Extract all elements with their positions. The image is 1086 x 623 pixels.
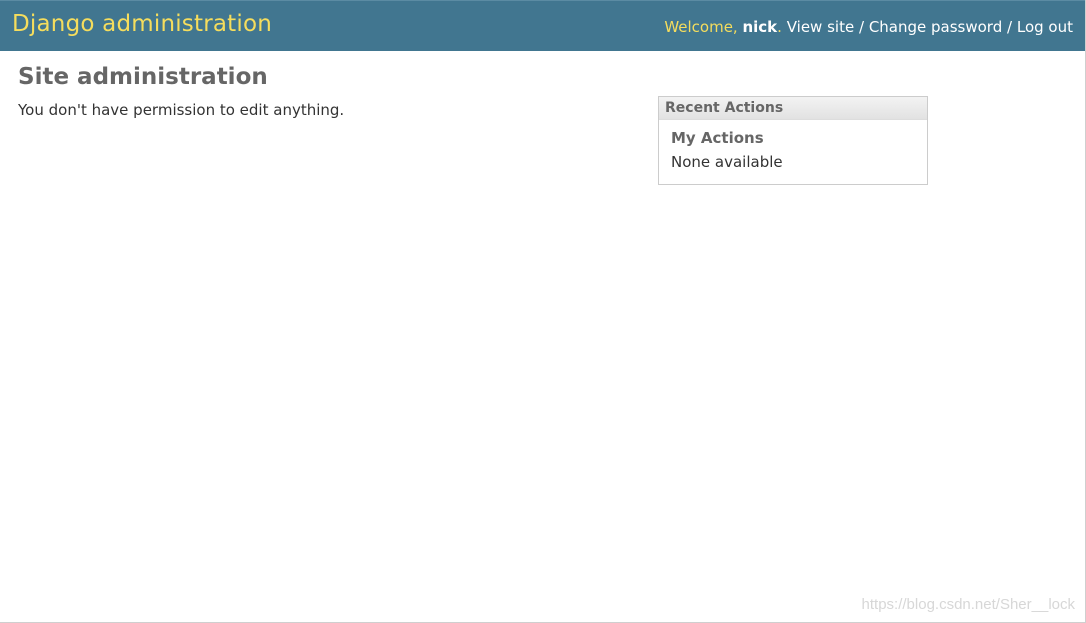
none-available-text: None available [671, 153, 783, 171]
permission-message: You don't have permission to edit anythi… [18, 101, 345, 119]
separator: / [858, 18, 865, 36]
view-site-link[interactable]: View site [787, 18, 854, 36]
current-username: nick [742, 18, 778, 36]
site-branding-link[interactable]: Django administration [12, 11, 272, 37]
my-actions-title: My Actions [671, 129, 764, 147]
recent-actions-module: Recent Actions My Actions None available [658, 96, 928, 185]
username-suffix: . [777, 18, 782, 36]
admin-page: Django administration Welcome, nick. Vie… [0, 0, 1086, 623]
log-out-link[interactable]: Log out [1017, 18, 1073, 36]
separator: / [1007, 18, 1013, 36]
page-title: Site administration [18, 64, 268, 90]
user-tools: Welcome, nick. View site / Change passwo… [664, 18, 1073, 36]
change-password-link[interactable]: Change password [869, 18, 1002, 36]
welcome-prefix: Welcome, [664, 18, 743, 36]
admin-header: Django administration Welcome, nick. Vie… [0, 0, 1085, 51]
watermark-text: https://blog.csdn.net/Sher__lock [861, 596, 1075, 613]
recent-actions-title: Recent Actions [659, 97, 927, 120]
